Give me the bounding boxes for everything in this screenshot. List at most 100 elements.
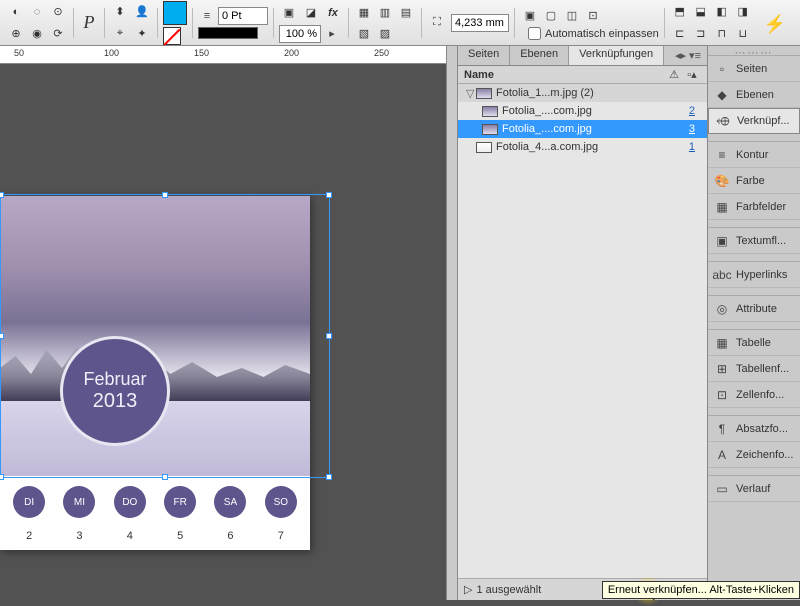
align-icon[interactable]: ⊔ bbox=[733, 24, 753, 44]
rail-textumfluss[interactable]: ▣Textumfl... bbox=[708, 228, 800, 254]
col-name[interactable]: Name bbox=[464, 69, 665, 81]
paragraph-icon[interactable]: P bbox=[79, 13, 99, 33]
disclosure-icon[interactable]: ▷ bbox=[464, 583, 472, 596]
tab-verknuepfungen[interactable]: Verknüpfungen bbox=[569, 46, 664, 65]
page-col-icon[interactable]: ▫▴ bbox=[683, 66, 701, 84]
textwrap-icon[interactable]: ▥ bbox=[375, 2, 395, 22]
color-icon: 🎨 bbox=[714, 173, 730, 189]
para-styles-icon: ¶ bbox=[714, 421, 730, 437]
panel-collapse-bar[interactable] bbox=[446, 46, 458, 600]
fit-icon[interactable]: ⊡ bbox=[583, 5, 603, 25]
table-icon: ▦ bbox=[714, 335, 730, 351]
align-icon[interactable]: ⬓ bbox=[691, 2, 711, 22]
rail-zellenformate[interactable]: ⊡Zellenfo... bbox=[708, 382, 800, 408]
tool-icon[interactable]: ⬍ bbox=[110, 2, 130, 22]
effects-icon[interactable]: fx bbox=[323, 3, 343, 23]
stroke-weight-icon: ≡ bbox=[198, 7, 216, 25]
tool-icon[interactable]: ◌ bbox=[27, 2, 47, 22]
textwrap-icon[interactable]: ▤ bbox=[396, 2, 416, 22]
rail-absatzformate[interactable]: ¶Absatzfo... bbox=[708, 416, 800, 442]
tool-icon[interactable]: ⊙ bbox=[48, 2, 68, 22]
tooltip: Erneut verknüpfen... Alt-Taste+Klicken bbox=[602, 581, 800, 599]
thumbnail-icon bbox=[482, 106, 498, 117]
drop-shadow-icon[interactable]: ◪ bbox=[301, 3, 321, 23]
date-cell: 4 bbox=[114, 530, 146, 542]
dropdown-icon[interactable]: ▸ bbox=[323, 25, 341, 43]
tool-icon[interactable]: ⟳ bbox=[48, 24, 68, 44]
horizontal-ruler: 50 100 150 200 250 bbox=[0, 46, 446, 64]
rail-farbfelder[interactable]: ▦Farbfelder bbox=[708, 194, 800, 220]
rail-ebenen[interactable]: ◆Ebenen bbox=[708, 82, 800, 108]
rail-tabellenformate[interactable]: ⊞Tabellenf... bbox=[708, 356, 800, 382]
rail-seiten[interactable]: ▫Seiten bbox=[708, 56, 800, 82]
tab-ebenen[interactable]: Ebenen bbox=[510, 46, 569, 65]
links-panel: Seiten Ebenen Verknüpfungen ◂▸ ▾≡ Name ⚠… bbox=[458, 46, 708, 600]
stroke-none-swatch[interactable] bbox=[163, 27, 181, 45]
pages-icon: ▫ bbox=[714, 61, 730, 77]
date-row: 2 3 4 5 6 7 bbox=[0, 522, 310, 550]
link-page[interactable]: 2 bbox=[689, 105, 703, 117]
frame-fit-icon[interactable]: ⛶ bbox=[427, 13, 447, 33]
textwrap-icon[interactable]: ▦ bbox=[354, 2, 374, 22]
align-icon[interactable]: ◨ bbox=[733, 2, 753, 22]
rail-hyperlinks[interactable]: abcHyperlinks bbox=[708, 262, 800, 288]
rail-tabelle[interactable]: ▦Tabelle bbox=[708, 330, 800, 356]
list-item[interactable]: Fotolia_....com.jpg 2 bbox=[458, 102, 707, 120]
table-styles-icon: ⊞ bbox=[714, 361, 730, 377]
rail-verlauf[interactable]: ▭Verlauf bbox=[708, 476, 800, 502]
tool-icon[interactable]: 👤 bbox=[132, 2, 152, 22]
rail-zeichenformate[interactable]: AZeichenfo... bbox=[708, 442, 800, 468]
tool-icon[interactable]: ✦ bbox=[132, 24, 152, 44]
textwrap-icon[interactable]: ▧ bbox=[354, 23, 374, 43]
list-item[interactable]: Fotolia_4...a.com.jpg 1 bbox=[458, 138, 707, 156]
link-page[interactable]: 3 bbox=[689, 123, 703, 135]
links-list[interactable]: ▽ Fotolia_1...m.jpg (2) Fotolia_....com.… bbox=[458, 84, 707, 578]
align-icon[interactable]: ⊏ bbox=[670, 24, 690, 44]
stroke-style-swatch[interactable] bbox=[198, 27, 258, 39]
align-icon[interactable]: ⊓ bbox=[712, 24, 732, 44]
weekday-cell: MI bbox=[63, 486, 95, 518]
rail-verknuepfungen[interactable]: ⬲Verknüpf... bbox=[708, 108, 800, 134]
fit-icon[interactable]: ▣ bbox=[520, 5, 540, 25]
rail-kontur[interactable]: ≡Kontur bbox=[708, 142, 800, 168]
thumbnail-icon bbox=[476, 142, 492, 153]
list-item-selected[interactable]: Fotolia_....com.jpg 3 bbox=[458, 120, 707, 138]
panel-collapse-icon[interactable]: ◂▸ bbox=[675, 49, 686, 62]
rail-attribute[interactable]: ◎Attribute bbox=[708, 296, 800, 322]
align-icon[interactable]: ⬒ bbox=[670, 2, 690, 22]
gradient-icon: ▭ bbox=[714, 481, 730, 497]
list-item-parent[interactable]: ▽ Fotolia_1...m.jpg (2) bbox=[458, 84, 707, 102]
cell-styles-icon: ⊡ bbox=[714, 387, 730, 403]
disclosure-icon[interactable]: ▽ bbox=[466, 87, 476, 100]
selection-frame[interactable] bbox=[0, 194, 330, 478]
layers-icon: ◆ bbox=[714, 87, 730, 103]
stroke-weight-input[interactable] bbox=[218, 7, 268, 25]
align-icon[interactable]: ⊐ bbox=[691, 24, 711, 44]
weekday-cell: DO bbox=[114, 486, 146, 518]
warning-col-icon[interactable]: ⚠ bbox=[665, 66, 683, 84]
textwrap-icon[interactable]: ▨ bbox=[375, 23, 395, 43]
tool-icon[interactable]: ▣ bbox=[279, 3, 299, 23]
tool-icon[interactable]: ⊕ bbox=[6, 24, 26, 44]
quick-apply-icon[interactable]: ⚡ bbox=[764, 14, 786, 35]
fit-icon[interactable]: ▢ bbox=[541, 5, 561, 25]
hyperlinks-icon: abc bbox=[714, 267, 730, 283]
tool-icon[interactable]: ◐ bbox=[6, 2, 26, 22]
panel-tabs: Seiten Ebenen Verknüpfungen ◂▸ ▾≡ bbox=[458, 46, 707, 66]
attributes-icon: ◎ bbox=[714, 301, 730, 317]
align-icon[interactable]: ◧ bbox=[712, 2, 732, 22]
tool-icon[interactable]: ⌖ bbox=[110, 24, 130, 44]
tool-icon[interactable]: ◉ bbox=[27, 24, 47, 44]
rail-farbe[interactable]: 🎨Farbe bbox=[708, 168, 800, 194]
fill-color-swatch[interactable] bbox=[163, 1, 187, 25]
rail-grip[interactable]: ⋯⋯⋯ bbox=[708, 46, 800, 56]
measure-input[interactable] bbox=[451, 14, 509, 32]
fit-icon[interactable]: ◫ bbox=[562, 5, 582, 25]
panel-menu-icon[interactable]: ▾≡ bbox=[689, 49, 701, 62]
opacity-input[interactable] bbox=[279, 25, 321, 43]
canvas-area[interactable]: Februar 2013 DI MI DO FR SA SO 2 3 4 5 6… bbox=[0, 64, 446, 600]
top-toolbar: ◐ ◌ ⊙ ⊕ ◉ ⟳ P ⬍ ⌖ 👤 ✦ ≡ ▣ ◪ fx bbox=[0, 0, 800, 46]
tab-seiten[interactable]: Seiten bbox=[458, 46, 510, 65]
auto-fit-checkbox[interactable] bbox=[528, 27, 541, 40]
link-page[interactable]: 1 bbox=[689, 141, 703, 153]
